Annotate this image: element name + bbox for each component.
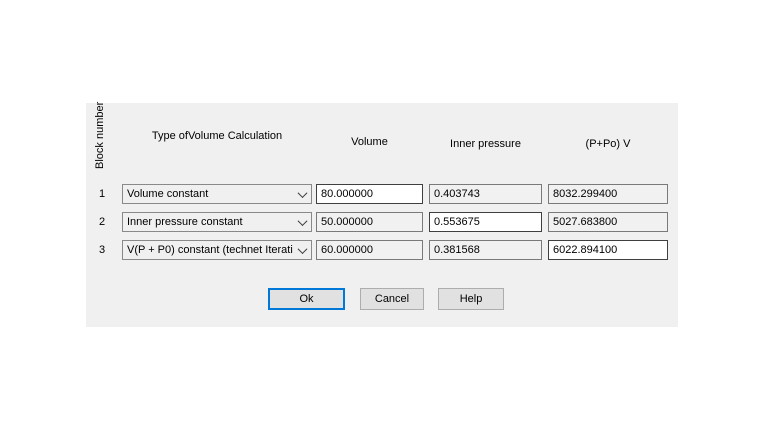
pv-column-header: (P+Po) V: [548, 138, 668, 150]
type-select-row-2[interactable]: Inner pressure constant: [122, 212, 312, 232]
pv-input-row-2[interactable]: [548, 212, 668, 232]
type-select-row-3[interactable]: V(P + P0) constant (technet Iteratic: [122, 240, 312, 260]
pv-input-row-3[interactable]: [548, 240, 668, 260]
help-button[interactable]: Help: [438, 288, 504, 310]
inner-pressure-input-row-2[interactable]: [429, 212, 542, 232]
chevron-down-icon[interactable]: [293, 241, 311, 259]
chevron-down-icon[interactable]: [293, 213, 311, 231]
volume-input-row-1[interactable]: [316, 184, 423, 204]
type-select-value: Inner pressure constant: [123, 216, 293, 228]
inner-pressure-input-row-3[interactable]: [429, 240, 542, 260]
ok-button[interactable]: Ok: [268, 288, 345, 310]
type-select-row-1[interactable]: Volume constant: [122, 184, 312, 204]
type-select-value: V(P + P0) constant (technet Iteratic: [123, 244, 293, 256]
row-number-label: 2: [94, 212, 110, 232]
volume-calculation-dialog: Block number Type ofVolume Calculation V…: [86, 103, 678, 327]
row-number-label: 3: [94, 240, 110, 260]
block-number-header: Block number: [94, 102, 106, 169]
row-number-label: 1: [94, 184, 110, 204]
pv-input-row-1[interactable]: [548, 184, 668, 204]
inner-pressure-input-row-1[interactable]: [429, 184, 542, 204]
cancel-button[interactable]: Cancel: [360, 288, 424, 310]
volume-input-row-3[interactable]: [316, 240, 423, 260]
volume-column-header: Volume: [316, 136, 423, 148]
type-column-header: Type ofVolume Calculation: [122, 130, 312, 142]
volume-input-row-2[interactable]: [316, 212, 423, 232]
inner-pressure-column-header: Inner pressure: [429, 138, 542, 150]
type-select-value: Volume constant: [123, 188, 293, 200]
chevron-down-icon[interactable]: [293, 185, 311, 203]
